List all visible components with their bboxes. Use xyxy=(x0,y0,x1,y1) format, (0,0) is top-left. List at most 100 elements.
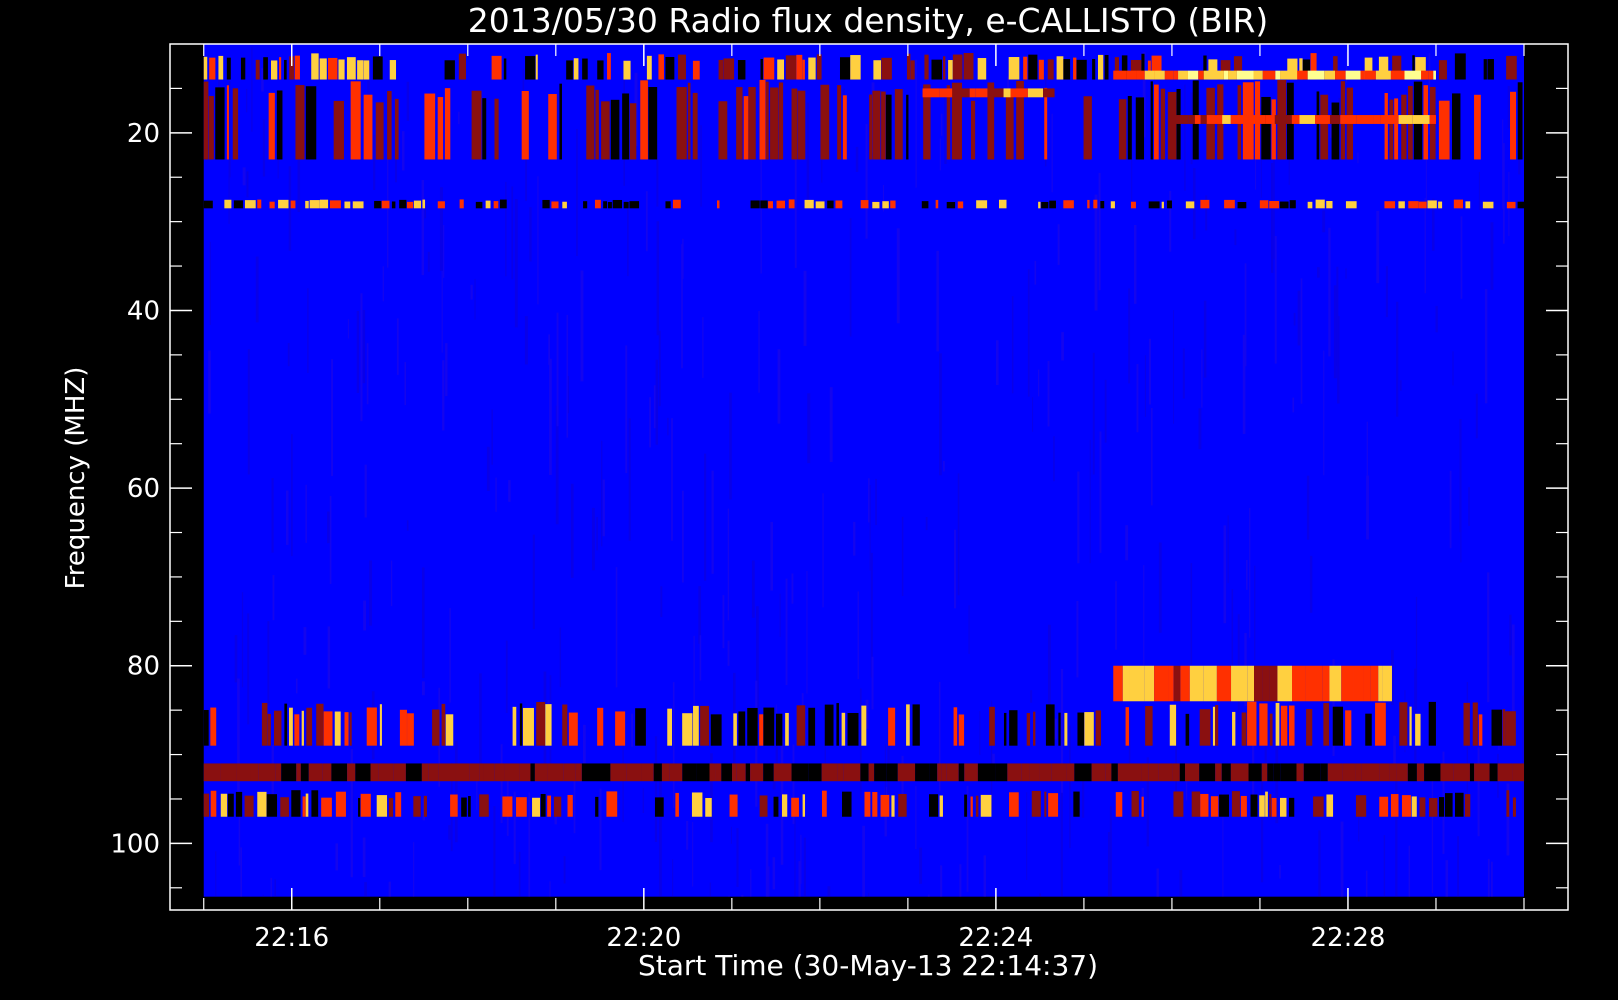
feature-cell xyxy=(1323,703,1330,746)
feature-cell xyxy=(1296,763,1304,782)
feature-cell xyxy=(1158,763,1173,782)
texture-streak xyxy=(1395,775,1398,897)
texture-streak xyxy=(335,843,338,871)
feature-cell xyxy=(820,84,830,160)
texture-streak xyxy=(959,864,962,897)
feature-cell xyxy=(733,713,737,746)
feature-cell xyxy=(1077,712,1085,746)
feature-cell xyxy=(275,763,282,782)
texture-streak xyxy=(1336,266,1339,367)
texture-streak xyxy=(940,865,943,897)
feature-cell xyxy=(778,82,784,160)
feature-cell xyxy=(653,763,662,782)
feature-cell xyxy=(989,706,995,746)
feature-cell xyxy=(276,90,283,160)
feature-cell xyxy=(1224,199,1235,209)
feature-cell xyxy=(874,763,887,782)
feature-cell xyxy=(760,200,768,209)
feature-cell xyxy=(1259,703,1268,746)
feature-cell xyxy=(1427,200,1437,209)
feature-cell xyxy=(626,763,642,782)
texture-streak xyxy=(396,318,399,375)
feature-cell xyxy=(1289,200,1296,209)
feature-cell xyxy=(1502,709,1506,746)
feature-cell xyxy=(607,53,611,80)
texture-streak xyxy=(491,409,493,465)
feature-cell xyxy=(824,704,834,746)
texture-streak xyxy=(1038,369,1040,397)
feature-cell xyxy=(763,763,774,782)
feature-cell xyxy=(1452,93,1461,160)
feature-cell xyxy=(1335,70,1346,80)
feature-cell xyxy=(669,763,683,782)
feature-cell xyxy=(1265,791,1268,817)
texture-streak xyxy=(1061,332,1064,361)
feature-cell xyxy=(700,705,709,746)
texture-streak xyxy=(421,567,425,679)
feature-cell xyxy=(1332,706,1344,746)
y-tick-label: 60 xyxy=(127,474,160,504)
feature-cell xyxy=(1280,763,1297,782)
texture-streak xyxy=(736,828,739,888)
feature-cell xyxy=(1341,665,1354,702)
texture-streak xyxy=(1318,830,1321,897)
feature-cell xyxy=(665,56,675,80)
feature-cell xyxy=(1271,797,1277,817)
feature-cell xyxy=(1230,763,1249,782)
texture-streak xyxy=(1249,507,1251,638)
feature-cell xyxy=(551,201,559,209)
texture-streak xyxy=(1190,92,1193,165)
texture-streak xyxy=(513,791,516,865)
texture-streak xyxy=(1490,861,1493,897)
feature-cell xyxy=(1390,70,1405,80)
feature-cell xyxy=(1150,81,1153,160)
feature-cell xyxy=(1076,59,1087,80)
feature-cell xyxy=(203,56,208,80)
feature-cell xyxy=(1267,763,1274,782)
texture-streak xyxy=(1323,350,1325,476)
texture-streak xyxy=(305,484,307,543)
feature-cell xyxy=(1110,201,1115,209)
texture-streak xyxy=(1011,296,1014,394)
texture-streak xyxy=(291,434,293,557)
feature-cell xyxy=(1063,200,1074,209)
feature-cell xyxy=(1438,100,1450,160)
feature-cell xyxy=(1398,201,1405,209)
texture-streak xyxy=(262,894,264,897)
feature-cell xyxy=(687,82,691,160)
feature-cell xyxy=(432,709,440,746)
feature-cell xyxy=(860,200,869,209)
texture-streak xyxy=(1047,360,1050,427)
feature-cell xyxy=(423,795,427,817)
feature-cell xyxy=(582,58,588,80)
texture-streak xyxy=(559,627,562,688)
feature-cell xyxy=(1320,763,1328,782)
feature-cell xyxy=(1074,763,1092,782)
feature-cell xyxy=(1228,70,1237,80)
feature-cell xyxy=(218,55,224,80)
feature-cell xyxy=(1271,99,1276,160)
texture-streak xyxy=(1292,397,1295,413)
feature-cell xyxy=(1210,70,1224,80)
feature-cell xyxy=(715,763,722,782)
feature-cell xyxy=(421,763,429,782)
feature-cell xyxy=(1188,115,1195,124)
feature-cell xyxy=(791,797,799,817)
feature-cell xyxy=(1222,115,1231,124)
texture-streak xyxy=(582,724,586,770)
texture-streak xyxy=(242,167,246,186)
feature-cell xyxy=(479,794,489,817)
feature-cell xyxy=(445,714,454,746)
feature-cell xyxy=(235,791,243,817)
feature-cell xyxy=(1269,794,1272,817)
texture-streak xyxy=(549,358,552,476)
feature-cell xyxy=(1411,796,1417,817)
texture-streak xyxy=(806,102,810,205)
feature-cell xyxy=(334,711,341,746)
feature-cell xyxy=(716,200,720,209)
texture-streak xyxy=(1032,397,1034,432)
texture-streak xyxy=(1069,725,1071,849)
feature-cell xyxy=(1136,70,1145,80)
feature-cell xyxy=(1505,711,1516,746)
texture-streak xyxy=(1201,349,1203,408)
